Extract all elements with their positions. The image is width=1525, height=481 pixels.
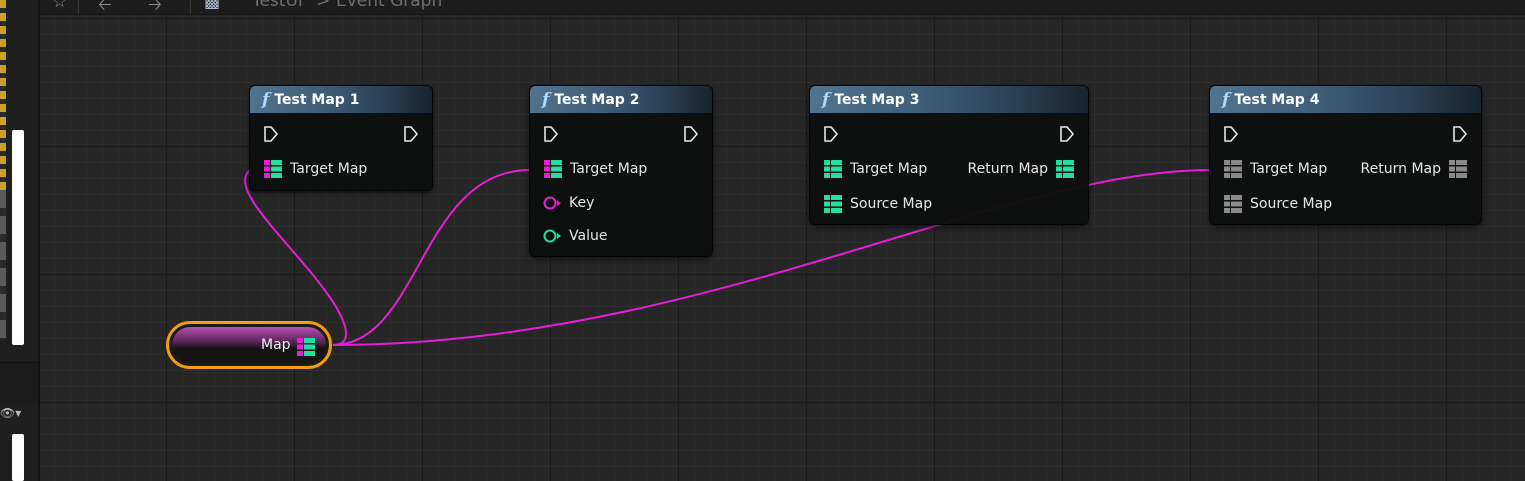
breadcrumb-separator: >: [316, 0, 331, 11]
target-map-pin[interactable]: Target Map: [824, 160, 927, 178]
back-arrow-icon[interactable]: 🡠: [98, 0, 112, 21]
exec-out-pin-icon[interactable]: [403, 126, 419, 142]
left-panel: 👁▾: [0, 0, 40, 481]
exec-in-pin-icon[interactable]: [543, 126, 559, 142]
pin-label: Source Map: [850, 196, 933, 212]
pin-label: Return Map: [967, 161, 1048, 177]
source-map-pin[interactable]: Source Map: [824, 195, 932, 213]
node-test-map-3[interactable]: f Test Map 3 Target Map Source Map Retur…: [809, 85, 1089, 225]
toolbar-separator: [190, 0, 191, 14]
node-header[interactable]: f Test Map 3: [810, 86, 1088, 114]
node-title: Test Map 4: [1234, 91, 1320, 108]
target-map-pin[interactable]: Target Map: [264, 160, 367, 178]
key-pin-icon: [543, 196, 561, 210]
function-icon: f: [822, 89, 830, 110]
exec-out-pin-icon[interactable]: [1059, 126, 1075, 142]
node-header[interactable]: f Test Map 4: [1210, 86, 1481, 114]
pin-label: Target Map: [1250, 161, 1328, 177]
variable-label: Map: [261, 337, 291, 353]
map-variable-node[interactable]: Map: [166, 321, 332, 369]
forward-arrow-icon[interactable]: 🡢: [148, 0, 162, 21]
pin-label: Key: [569, 195, 595, 211]
function-icon: f: [1222, 89, 1230, 110]
node-title: Test Map 3: [834, 91, 920, 108]
map-pin-icon: [1449, 160, 1467, 178]
left-panel-scrollbar[interactable]: [12, 130, 24, 345]
exec-in-pin-icon[interactable]: [823, 126, 839, 142]
pin-label: Target Map: [570, 161, 648, 177]
node-header[interactable]: f Test Map 1: [250, 86, 432, 114]
star-icon[interactable]: ☆: [52, 0, 67, 12]
return-map-pin[interactable]: Return Map: [1361, 160, 1467, 178]
map-pin-icon: [1224, 195, 1242, 213]
graph-toolbar: ☆ 🡠 🡢 ▩ TestUI > Event Graph: [40, 0, 1525, 15]
left-panel-list[interactable]: [0, 0, 6, 190]
exec-in-pin-icon[interactable]: [263, 126, 279, 142]
node-test-map-2[interactable]: f Test Map 2 Target Map Key Value: [529, 85, 713, 257]
exec-out-pin-icon[interactable]: [683, 126, 699, 142]
exec-in-pin-icon[interactable]: [1223, 126, 1239, 142]
map-pin-icon: [1224, 160, 1242, 178]
pin-label: Target Map: [290, 161, 368, 177]
node-test-map-4[interactable]: f Test Map 4 Target Map Source Map Retur…: [1209, 85, 1482, 225]
map-pin-icon: [824, 160, 842, 178]
exec-out-pin-icon[interactable]: [1452, 126, 1468, 142]
map-pin-icon: [264, 160, 282, 178]
key-pin[interactable]: Key: [543, 195, 594, 211]
visibility-dropdown-icon[interactable]: 👁▾: [0, 406, 21, 420]
value-pin-icon: [543, 229, 561, 243]
node-title: Test Map 2: [554, 91, 640, 108]
left-panel-list-lower[interactable]: [0, 190, 6, 340]
source-map-pin[interactable]: Source Map: [1224, 195, 1332, 213]
function-icon: f: [262, 89, 270, 110]
map-pin-icon: [1056, 160, 1074, 178]
pin-label: Return Map: [1360, 161, 1441, 177]
node-test-map-1[interactable]: f Test Map 1 Target Map: [249, 85, 433, 191]
target-map-pin[interactable]: Target Map: [1224, 160, 1327, 178]
node-title: Test Map 1: [274, 91, 360, 108]
function-icon: f: [542, 89, 550, 110]
left-panel-scrollbar-lower[interactable]: [12, 434, 24, 481]
target-map-pin[interactable]: Target Map: [544, 160, 647, 178]
breadcrumb-asset[interactable]: TestUI: [252, 0, 303, 11]
value-pin[interactable]: Value: [543, 228, 607, 244]
left-panel-divider: [0, 362, 38, 403]
return-map-pin[interactable]: Return Map: [968, 160, 1074, 178]
map-pin-icon: [824, 195, 842, 213]
pin-label: Source Map: [1250, 196, 1333, 212]
blueprint-icon: ▩: [204, 0, 221, 12]
toolbar-separator: [78, 0, 79, 14]
map-pin-icon[interactable]: [297, 338, 315, 356]
map-pin-icon: [544, 160, 562, 178]
breadcrumb-graph[interactable]: Event Graph: [336, 0, 442, 11]
pin-label: Value: [569, 228, 608, 244]
node-header[interactable]: f Test Map 2: [530, 86, 712, 114]
pin-label: Target Map: [850, 161, 928, 177]
